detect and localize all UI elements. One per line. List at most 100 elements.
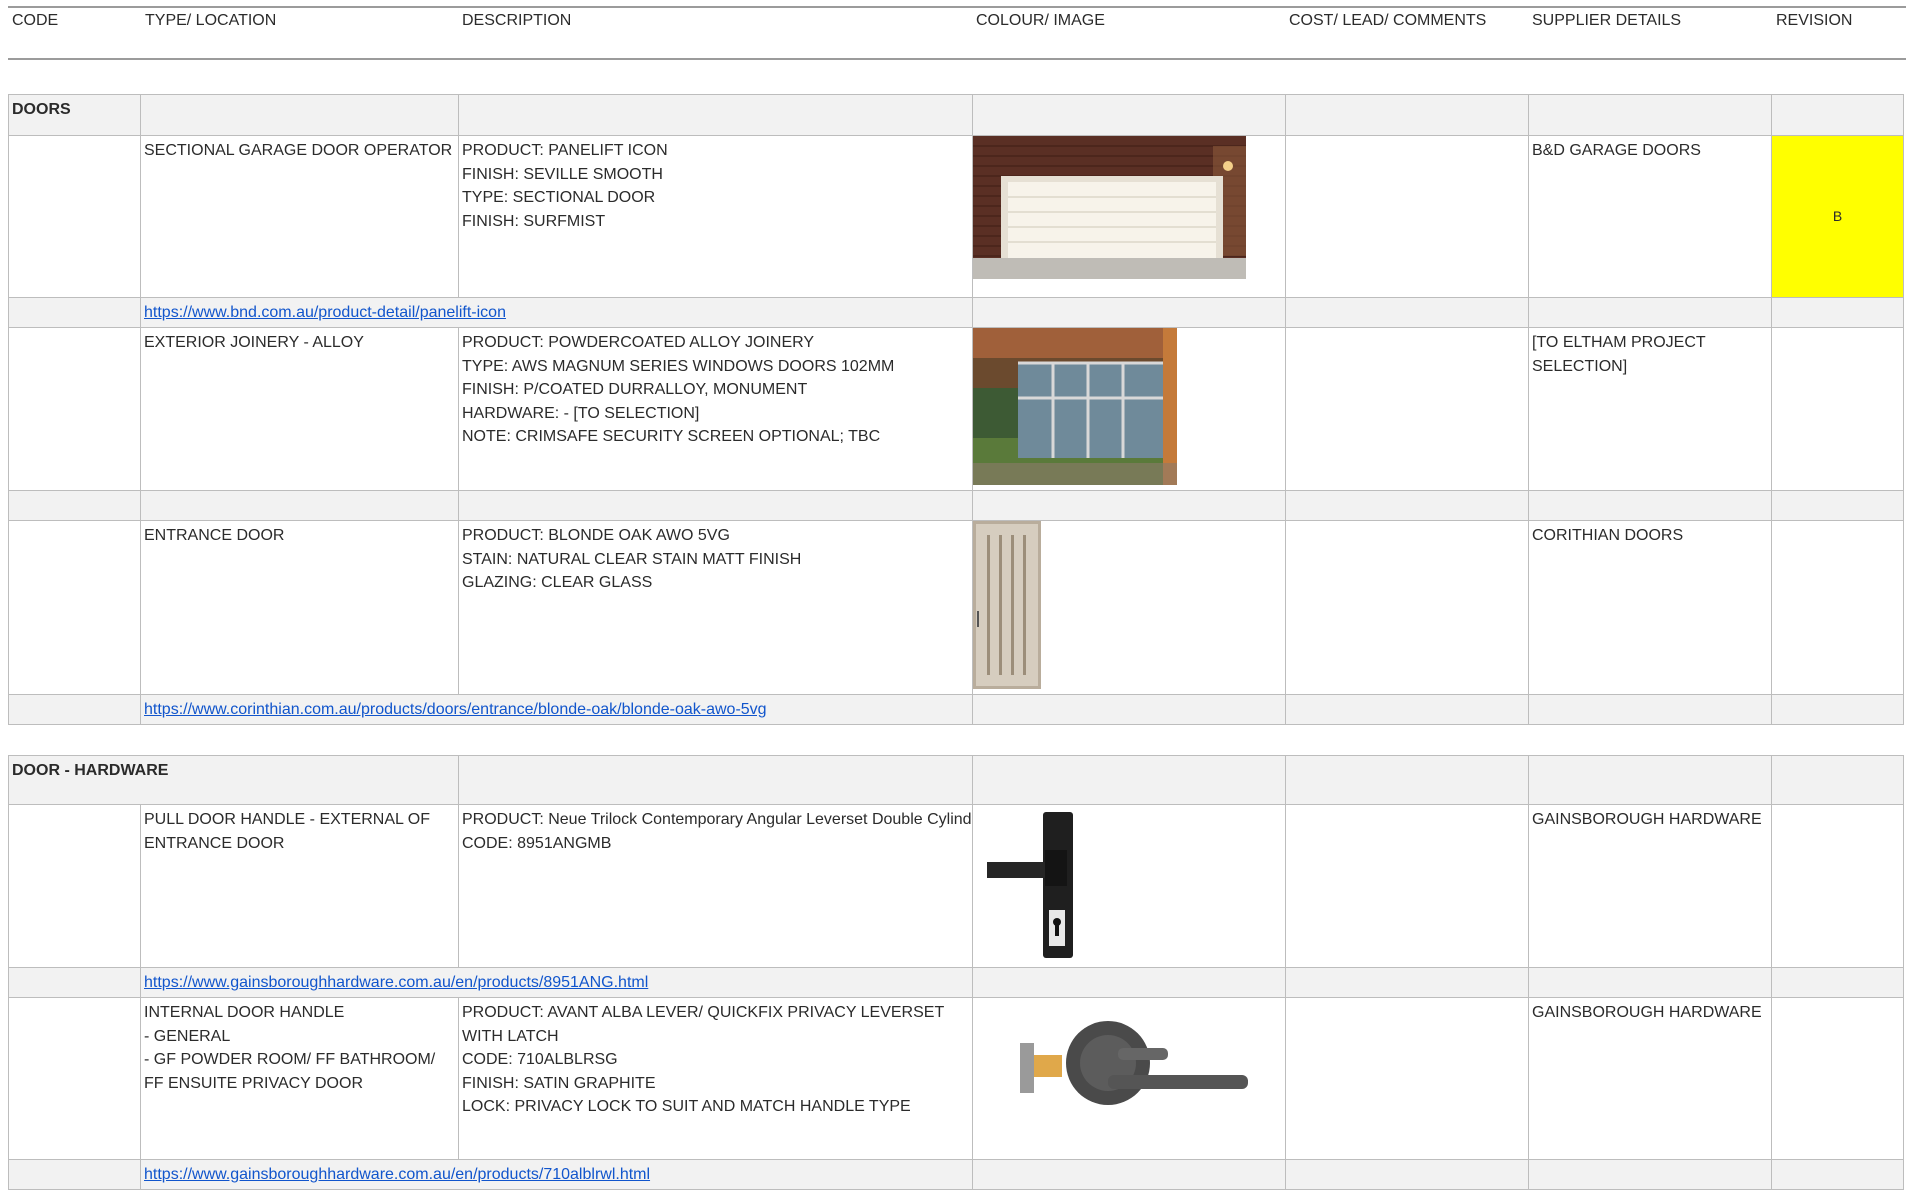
- description-pull-handle: PRODUCT: Neue Trilock Contemporary Angul…: [458, 804, 973, 968]
- supplier-garage: B&D GARAGE DOORS: [1528, 135, 1772, 298]
- type-internal-handle: INTERNAL DOOR HANDLE - GENERAL - GF POWD…: [140, 997, 459, 1160]
- code-cell: [8, 520, 141, 695]
- grid-cell: [1528, 694, 1772, 725]
- grid-cell: [972, 755, 1286, 805]
- revision-cell: [1771, 520, 1904, 695]
- lever-handle-photo-icon: [1018, 1013, 1252, 1118]
- link-cell: https://www.bnd.com.au/product-detail/pa…: [140, 297, 973, 328]
- grid-cell: [458, 755, 973, 805]
- description-line: PRODUCT: POWDERCOATED ALLOY JOINERY: [462, 334, 815, 351]
- door-leverset-photo-icon: [985, 810, 1090, 960]
- grid-cell: [458, 94, 973, 136]
- code-cell: [8, 997, 141, 1160]
- grid-cell: [1528, 94, 1772, 136]
- grid-cell: [8, 297, 141, 328]
- grid-cell: [1528, 755, 1772, 805]
- cost-cell: [1285, 327, 1529, 491]
- grid-cell: [1528, 967, 1772, 998]
- description-line: FINISH: SATIN GRAPHITE: [462, 1074, 656, 1092]
- header-revision: REVISION: [1776, 12, 1853, 29]
- supplier-entrance: CORITHIAN DOORS: [1528, 520, 1772, 695]
- grid-cell: [140, 94, 459, 136]
- description-line: PRODUCT: AVANT ALBA LEVER/ QUICKFIX PRIV…: [462, 1004, 944, 1045]
- revision-cell: [1771, 327, 1904, 491]
- grid-cell: [1771, 694, 1904, 725]
- description-entrance: PRODUCT: BLONDE OAK AWO 5VG STAIN: NATUR…: [458, 520, 973, 695]
- cost-cell: [1285, 997, 1529, 1160]
- type-line: INTERNAL DOOR HANDLE: [144, 1004, 345, 1021]
- link-cell: https://www.corinthian.com.au/products/d…: [140, 694, 973, 725]
- revision-cell: [1771, 997, 1904, 1160]
- entrance-door-photo-icon: [973, 521, 1041, 689]
- grid-cell: [972, 297, 1286, 328]
- type-entrance: ENTRANCE DOOR: [140, 520, 459, 695]
- pull-handle-product-link[interactable]: https://www.gainsboroughhardware.com.au/…: [144, 974, 648, 991]
- grid-cell: [1285, 490, 1529, 521]
- entrance-product-link[interactable]: https://www.corinthian.com.au/products/d…: [144, 701, 767, 718]
- garage-door-photo-icon: [973, 136, 1246, 279]
- header-cost: COST/ LEAD/ COMMENTS: [1289, 12, 1487, 29]
- column-header-row: CODE TYPE/ LOCATION DESCRIPTION COLOUR/ …: [8, 6, 1906, 60]
- cost-cell: [1285, 520, 1529, 695]
- grid-cell: [1285, 94, 1529, 136]
- description-line: LOCK: PRIVACY LOCK TO SUIT AND MATCH HAN…: [462, 1098, 911, 1115]
- grid-cell: [1528, 297, 1772, 328]
- grid-cell: [1771, 1159, 1904, 1190]
- type-pull-handle: PULL DOOR HANDLE - EXTERNAL OF ENTRANCE …: [140, 804, 459, 968]
- description-line: CODE: 710ALBLRSG: [462, 1051, 618, 1068]
- supplier-internal-handle: GAINSBOROUGH HARDWARE: [1528, 997, 1772, 1160]
- description-garage: PRODUCT: PANELIFT ICON FINISH: SEVILLE S…: [458, 135, 973, 298]
- cost-cell: [1285, 804, 1529, 968]
- description-line: TYPE: SECTIONAL DOOR: [462, 189, 656, 206]
- grid-cell: [1771, 755, 1904, 805]
- grid-cell: [1771, 967, 1904, 998]
- section-title-doors: DOORS: [8, 94, 141, 136]
- description-line: STAIN: NATURAL CLEAR STAIN MATT FINISH: [462, 550, 802, 568]
- grid-cell: [8, 967, 141, 998]
- description-internal-handle: PRODUCT: AVANT ALBA LEVER/ QUICKFIX PRIV…: [458, 997, 973, 1160]
- header-colour: COLOUR/ IMAGE: [976, 12, 1105, 29]
- grid-cell: [972, 967, 1286, 998]
- code-cell: [8, 135, 141, 298]
- link-cell: https://www.gainsboroughhardware.com.au/…: [140, 1159, 973, 1190]
- description-line: NOTE: CRIMSAFE SECURITY SCREEN OPTIONAL;…: [462, 428, 881, 445]
- header-type: TYPE/ LOCATION: [145, 12, 277, 29]
- link-cell: https://www.gainsboroughhardware.com.au/…: [140, 967, 973, 998]
- internal-handle-product-link[interactable]: https://www.gainsboroughhardware.com.au/…: [144, 1166, 650, 1183]
- grid-cell: [140, 490, 459, 521]
- header-description: DESCRIPTION: [462, 12, 572, 29]
- revision-cell: [1771, 804, 1904, 968]
- grid-cell: [8, 1159, 141, 1190]
- description-line: PRODUCT: PANELIFT ICON: [462, 142, 668, 159]
- code-cell: [8, 327, 141, 491]
- description-joinery: PRODUCT: POWDERCOATED ALLOY JOINERY TYPE…: [458, 327, 973, 491]
- description-line: FINISH: SEVILLE SMOOTH: [462, 165, 663, 183]
- description-line: CODE: 8951ANGMB: [462, 834, 612, 852]
- type-garage: SECTIONAL GARAGE DOOR OPERATOR: [140, 135, 459, 298]
- garage-product-link[interactable]: https://www.bnd.com.au/product-detail/pa…: [144, 304, 506, 321]
- grid-cell: [1285, 967, 1529, 998]
- description-line: GLAZING: CLEAR GLASS: [462, 574, 653, 591]
- grid-cell: [458, 490, 973, 521]
- grid-cell: [1285, 755, 1529, 805]
- grid-cell: [1285, 694, 1529, 725]
- grid-cell: [972, 490, 1286, 521]
- description-line: FINISH: SURFMIST: [462, 212, 606, 230]
- supplier-joinery: [TO ELTHAM PROJECT SELECTION]: [1528, 327, 1772, 491]
- type-line: - GENERAL: [144, 1027, 231, 1045]
- description-line: TYPE: AWS MAGNUM SERIES WINDOWS DOORS 10…: [462, 357, 895, 375]
- grid-cell: [1771, 490, 1904, 521]
- grid-cell: [972, 694, 1286, 725]
- supplier-pull-handle: GAINSBOROUGH HARDWARE: [1528, 804, 1772, 968]
- grid-cell: [1285, 1159, 1529, 1190]
- grid-cell: [972, 94, 1286, 136]
- grid-cell: [1528, 490, 1772, 521]
- cost-cell: [1285, 135, 1529, 298]
- description-line: FINISH: P/COATED DURRALLOY, MONUMENT: [462, 381, 808, 398]
- description-line: PRODUCT: Neue Trilock Contemporary Angul…: [462, 811, 973, 828]
- header-supplier: SUPPLIER DETAILS: [1532, 12, 1682, 29]
- grid-cell: [1285, 297, 1529, 328]
- type-joinery: EXTERIOR JOINERY - ALLOY: [140, 327, 459, 491]
- code-cell: [8, 804, 141, 968]
- alloy-joinery-photo-icon: [973, 328, 1177, 485]
